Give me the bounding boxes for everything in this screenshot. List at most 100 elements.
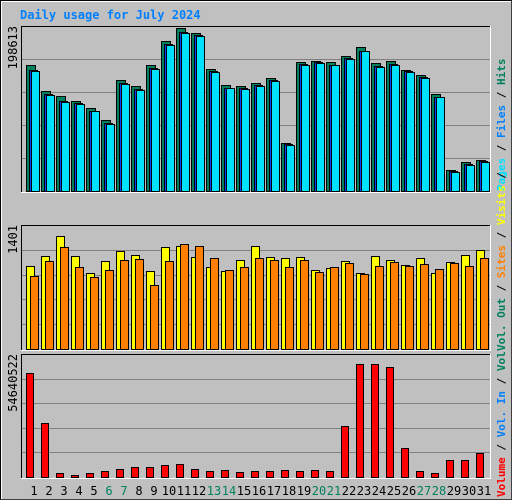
bar-volume-day-24: [371, 364, 379, 478]
legend-entry: /: [495, 371, 508, 391]
bar-pages-day-26: [406, 72, 415, 192]
bar-sites-day-26: [405, 266, 414, 350]
chart-frame: Daily usage for July 2024 198613 1401 5464…: [0, 0, 512, 500]
x-axis-label-day-21: 21: [327, 484, 341, 498]
bar-sites-day-27: [420, 264, 429, 350]
x-axis-label-day-15: 15: [237, 484, 251, 498]
bar-pages-day-4: [76, 104, 85, 192]
bar-sites-day-11: [180, 244, 189, 350]
x-axis-label-day-29: 29: [447, 484, 461, 498]
legend-entry: Vol.: [495, 345, 508, 372]
legend-entry: /: [495, 437, 508, 457]
bar-pages-day-17: [271, 81, 280, 192]
bar-volume-day-27: [416, 471, 424, 478]
bar-sites-day-17: [270, 260, 279, 350]
bar-sites-day-2: [45, 261, 54, 350]
x-axis-label-day-9: 9: [150, 484, 157, 498]
x-axis-label-day-31: 31: [477, 484, 491, 498]
bar-pages-day-8: [136, 90, 145, 192]
x-axis-label-day-8: 8: [135, 484, 142, 498]
bar-sites-day-14: [225, 270, 234, 350]
bar-volume-day-25: [386, 367, 394, 478]
bar-pages-day-5: [91, 111, 100, 192]
bar-sites-day-23: [360, 274, 369, 350]
x-axis-label-day-23: 23: [357, 484, 371, 498]
bar-pages-day-21: [331, 65, 340, 192]
legend-entry: /: [495, 85, 508, 105]
bar-pages-day-23: [361, 51, 370, 192]
x-axis-label-day-27: 27: [417, 484, 431, 498]
bar-pages-day-28: [436, 97, 445, 192]
bar-sites-day-5: [90, 277, 99, 350]
x-axis-label-day-20: 20: [312, 484, 326, 498]
x-axis-label-day-13: 13: [207, 484, 221, 498]
bar-pages-day-12: [196, 36, 205, 192]
legend-entry: Files: [495, 105, 508, 138]
x-axis-label-day-10: 10: [162, 484, 176, 498]
bar-pages-day-7: [121, 84, 130, 192]
legend-entry: Visits: [495, 185, 508, 225]
legend-entry: Sites: [495, 245, 508, 278]
bar-pages-day-6: [106, 124, 115, 192]
legend-entry: Vol. Out: [495, 298, 508, 351]
bar-sites-day-13: [210, 258, 219, 350]
bar-pages-day-25: [391, 65, 400, 192]
bar-volume-day-22: [341, 426, 349, 478]
bar-pages-day-29: [451, 172, 460, 192]
bar-volume-day-28: [431, 473, 439, 478]
legend-middle: Vol. Out / Sites / Visits /: [495, 172, 508, 351]
bar-pages-day-31: [481, 162, 490, 192]
bar-pages-day-24: [376, 67, 385, 192]
bar-sites-day-3: [60, 247, 69, 350]
x-axis-label-day-7: 7: [120, 484, 127, 498]
bar-sites-day-22: [345, 263, 354, 350]
bar-pages-day-10: [166, 45, 175, 192]
bar-sites-day-7: [120, 260, 129, 350]
bar-pages-day-15: [241, 89, 250, 192]
bar-volume-day-23: [356, 364, 364, 478]
x-axis-label-day-14: 14: [222, 484, 236, 498]
bar-volume-day-30: [461, 460, 469, 478]
y-axis-max-label: 1401: [6, 225, 20, 254]
bar-sites-day-19: [300, 260, 309, 350]
bar-volume-day-4: [71, 475, 79, 478]
legend-entry: /: [495, 225, 508, 245]
bar-pages-day-1: [31, 71, 40, 192]
x-axis-label-day-4: 4: [75, 484, 82, 498]
x-axis-label-day-1: 1: [30, 484, 37, 498]
bar-pages-day-22: [346, 59, 355, 192]
bar-sites-day-24: [375, 266, 384, 350]
bar-volume-day-26: [401, 448, 409, 478]
bar-volume-day-3: [56, 473, 64, 478]
bar-sites-day-30: [465, 266, 474, 350]
bar-sites-day-21: [330, 267, 339, 350]
x-axis-label-day-17: 17: [267, 484, 281, 498]
bar-volume-day-5: [86, 473, 94, 478]
x-axis-label-day-18: 18: [282, 484, 296, 498]
x-axis-label-day-16: 16: [252, 484, 266, 498]
x-axis-label-day-19: 19: [297, 484, 311, 498]
x-axis-label-day-26: 26: [402, 484, 416, 498]
bar-sites-day-15: [240, 267, 249, 350]
bar-volume-day-10: [161, 465, 169, 478]
bar-volume-day-19: [296, 471, 304, 478]
legend-bottom: Volume / Vol. In / Vol.: [495, 345, 508, 497]
bar-pages-day-14: [226, 88, 235, 192]
bar-pages-day-30: [466, 165, 475, 192]
bar-volume-day-15: [236, 472, 244, 478]
bar-sites-day-9: [150, 285, 159, 350]
y-axis-max-label: 198613: [6, 26, 20, 69]
bar-volume-day-1: [26, 373, 34, 478]
bar-sites-day-28: [435, 269, 444, 350]
bar-sites-day-29: [450, 263, 459, 350]
bar-sites-day-12: [195, 246, 204, 350]
legend-entry: /: [495, 138, 508, 158]
bar-pages-day-16: [256, 86, 265, 192]
x-axis-label-day-12: 12: [192, 484, 206, 498]
bar-pages-day-13: [211, 72, 220, 192]
bar-volume-day-16: [251, 471, 259, 478]
bar-pages-day-11: [181, 33, 190, 192]
chart-svg: 1986131401546405221 2 3 4 5 6 7 8 9 10 11 12 13 14 15 1…: [6, 26, 508, 498]
bar-volume-day-31: [476, 453, 484, 478]
legend-top: Pages / Files / Hits: [495, 59, 508, 192]
